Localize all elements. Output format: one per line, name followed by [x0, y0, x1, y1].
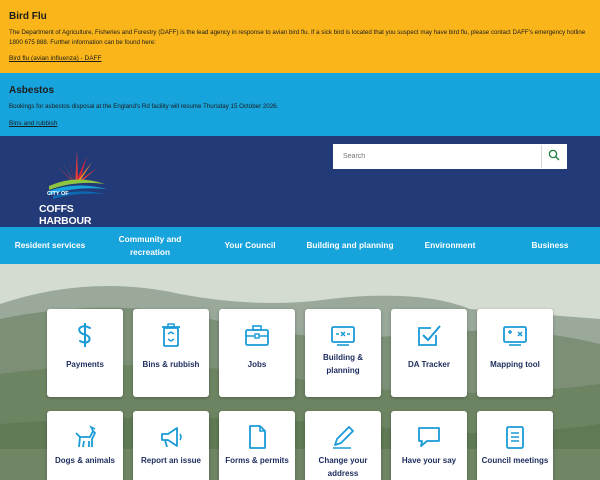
logo-city-text: CITY OF [47, 191, 69, 197]
megaphone-icon [161, 427, 182, 448]
pencil-icon [333, 426, 354, 449]
nav-item-building-planning[interactable]: Building and planning [300, 227, 400, 264]
tile-label: Bins & rubbish [142, 360, 200, 369]
dog-icon [75, 425, 96, 448]
checkbox-icon [418, 325, 441, 346]
briefcase-icon [245, 325, 269, 346]
tile-label: Dogs & animals [54, 456, 115, 465]
alert-title: Asbestos [9, 85, 55, 96]
search-bar [333, 144, 567, 169]
tile-label: Have your say [401, 456, 457, 465]
tile-have-your-say[interactable]: Have your say [391, 411, 467, 480]
tile-dogs-animals[interactable]: Dogs & animals [47, 411, 123, 480]
main-nav: Resident services Community and recreati… [0, 227, 600, 264]
search-input[interactable] [334, 145, 542, 168]
site-logo[interactable]: CITY OF COFFS HARBOUR [39, 144, 119, 227]
site-header: CITY OF COFFS HARBOUR [0, 136, 600, 227]
tile-building-planning[interactable]: Building & planning [305, 309, 381, 397]
building-plan-icon [331, 326, 355, 346]
map-tool-icon [503, 326, 527, 346]
tile-label: Report an issue [140, 456, 201, 465]
nav-item-your-council[interactable]: Your Council [200, 227, 300, 264]
nav-item-environment[interactable]: Environment [400, 227, 500, 264]
dollar-icon [78, 323, 91, 347]
alert-body: The Department of Agriculture, Fisheries… [9, 29, 586, 46]
search-button[interactable] [542, 145, 566, 168]
tile-label: Council meetings [481, 456, 549, 465]
tile-bins-rubbish[interactable]: Bins & rubbish [133, 309, 209, 397]
tile-mapping-tool[interactable]: Mapping tool [477, 309, 553, 397]
alert-link[interactable]: Bins and rubbish [9, 120, 57, 127]
tile-report-issue[interactable]: Report an issue [133, 411, 209, 480]
alert-body: Bookings for asbestos disposal at the En… [9, 103, 279, 110]
nav-item-resident-services[interactable]: Resident services [0, 227, 100, 264]
nav-item-business[interactable]: Business [500, 227, 600, 264]
tile-payments[interactable]: Payments [47, 309, 123, 397]
tile-da-tracker[interactable]: DA Tracker [391, 309, 467, 397]
tile-jobs[interactable]: Jobs [219, 309, 295, 397]
logo-name-text: COFFS HARBOUR [39, 203, 92, 227]
clipboard-list-icon [506, 426, 524, 449]
hero-section: Payments Bins & rubbish Jobs Building & … [0, 264, 600, 480]
tile-label: Jobs [247, 360, 267, 369]
alert-title: Bird Flu [9, 11, 47, 22]
tile-label: DA Tracker [408, 360, 450, 369]
tile-change-address[interactable]: Change your address [305, 411, 381, 480]
nav-item-community-recreation[interactable]: Community and recreation [100, 227, 200, 264]
tile-label: Forms & permits [225, 456, 289, 465]
tile-label: Mapping tool [490, 360, 540, 369]
document-icon [249, 425, 266, 449]
tile-council-meetings[interactable]: Council meetings [477, 411, 553, 480]
tile-forms-permits[interactable]: Forms & permits [219, 411, 295, 480]
alert-link[interactable]: Bird flu (avian influenza) - DAFF [9, 55, 101, 62]
alert-asbestos: Asbestos Bookings for asbestos disposal … [0, 73, 600, 136]
tile-label: Building & planning [323, 353, 363, 375]
tile-label: Payments [66, 360, 104, 369]
speech-bubble-icon [418, 427, 440, 447]
tile-label: Change your address [318, 456, 368, 478]
recycle-bin-icon [162, 323, 180, 347]
alert-bird-flu: Bird Flu The Department of Agriculture, … [0, 0, 600, 73]
search-icon [548, 149, 560, 161]
